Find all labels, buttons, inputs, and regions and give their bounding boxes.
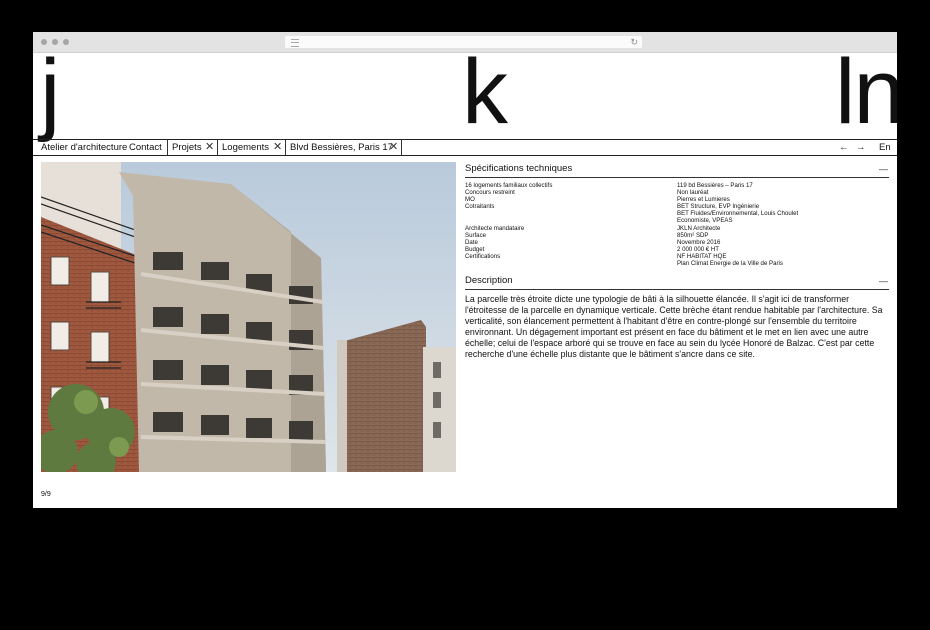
nav-divider <box>285 140 286 155</box>
specs-title: Spécifications techniques <box>465 163 573 174</box>
language-switch[interactable]: En <box>879 140 891 155</box>
close-icon[interactable]: ✕ <box>205 140 214 154</box>
nav-contact-link[interactable]: Contact <box>129 140 162 155</box>
spec-value: Pierres et Lumieres <box>677 196 730 204</box>
specs-collapse-toggle[interactable]: — <box>879 163 888 175</box>
breadcrumb-project[interactable]: Blvd Bessières, Paris 17 <box>290 140 393 155</box>
arrow-left-icon[interactable]: ← <box>839 140 849 155</box>
spec-label: Cotraitants <box>465 203 495 211</box>
arrow-right-icon[interactable]: → <box>856 140 866 155</box>
spec-value: 850m² SDP <box>677 231 709 239</box>
spec-value: 119 bd Bessières – Paris 17 <box>677 182 753 189</box>
specs-labels: 16 logements familiaux collectifs Concou… <box>465 182 552 267</box>
logo-letter-k[interactable]: k <box>462 46 508 138</box>
browser-window: ↻ j k ln Atelier d'architecture Contact … <box>33 32 897 508</box>
spec-label <box>465 217 552 224</box>
spec-value: 2 000 000 € HT <box>677 245 720 253</box>
spec-value: Economiste, VPEAS <box>677 217 733 225</box>
spec-value: JKLN Architecte <box>677 224 721 232</box>
close-icon[interactable]: ✕ <box>273 140 282 154</box>
spec-value: NF HABITAT HQE <box>677 252 727 260</box>
image-counter: 9/9 <box>41 491 51 498</box>
spec-label: Concours restreint <box>465 189 515 197</box>
nav-divider <box>217 140 218 155</box>
nav-divider <box>167 140 168 155</box>
spec-label <box>465 210 552 217</box>
description-title: Description <box>465 275 513 286</box>
description-text: La parcelle très étroite dicte une typol… <box>465 294 883 359</box>
maximize-window-dot[interactable] <box>63 39 69 45</box>
close-icon[interactable]: ✕ <box>389 140 398 154</box>
spec-label: Certifications <box>465 252 501 260</box>
specs-values: 119 bd Bessières – Paris 17 Non lauréat … <box>677 182 798 267</box>
spec-label: MO <box>465 196 475 204</box>
spec-label: Budget <box>465 245 485 253</box>
breadcrumb-logements[interactable]: Logements <box>222 140 269 155</box>
spec-label: Architecte mandataire <box>465 224 525 232</box>
project-photo[interactable] <box>41 162 456 472</box>
page-icon <box>291 39 299 47</box>
building-photo-illustration <box>41 162 456 472</box>
nav-divider <box>401 140 402 155</box>
logo-letter-j[interactable]: j <box>40 46 61 138</box>
spec-label: Surface <box>465 231 487 239</box>
nav-studio-link[interactable]: Atelier d'architecture <box>41 140 127 155</box>
reload-icon[interactable]: ↻ <box>630 36 638 48</box>
spec-value: Plan Climat Energie de la Ville de Paris <box>677 260 783 268</box>
spec-label <box>465 260 552 267</box>
spec-label: 16 logements familiaux collectifs <box>465 182 553 189</box>
logo-letter-ln[interactable]: ln <box>835 46 897 138</box>
navigation-bar: Atelier d'architecture Contact Projets ✕… <box>33 139 897 156</box>
description-divider <box>465 289 889 290</box>
spec-label: Date <box>465 238 478 246</box>
spec-value: BET Fluides/Environnemental, Louis Choul… <box>677 210 799 218</box>
description-collapse-toggle[interactable]: — <box>879 275 888 287</box>
specs-divider <box>465 177 889 178</box>
spec-value: Novembre 2016 <box>677 238 721 246</box>
breadcrumb-projets[interactable]: Projets <box>172 140 202 155</box>
spec-value: Non lauréat <box>677 189 709 197</box>
spec-value: BET Structure, EVP Ingénierie <box>677 203 760 211</box>
